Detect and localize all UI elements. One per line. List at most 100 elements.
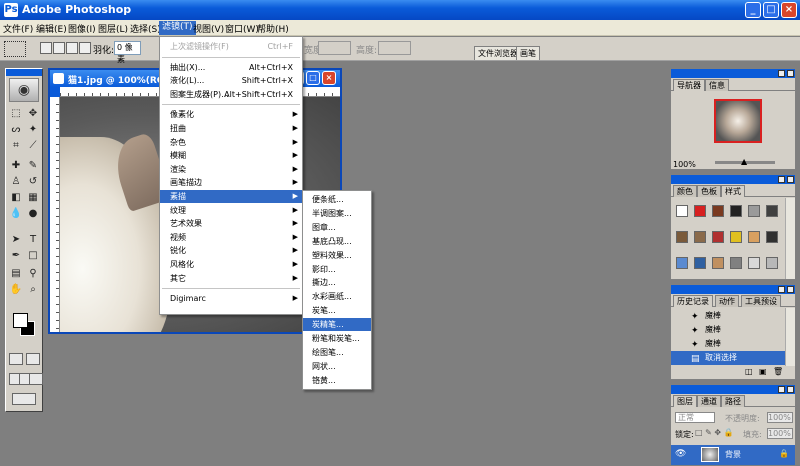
palette-close-icon[interactable] (787, 386, 794, 393)
pen-tool-icon[interactable]: ✒ (8, 249, 24, 263)
eyedropper-icon[interactable]: ⚲ (25, 267, 41, 281)
path-selection-icon[interactable]: ➤ (8, 233, 24, 247)
style-swatch[interactable] (676, 231, 688, 243)
layer-row-background[interactable]: 👁 背景 🔒 (671, 445, 795, 465)
style-swatch[interactable] (730, 205, 742, 217)
style-swatch[interactable] (712, 205, 724, 217)
sketch-menu-item[interactable]: 绘图笔... (303, 346, 371, 359)
tab-info[interactable]: 信息 (705, 79, 729, 91)
tab-layers[interactable]: 图层 (673, 395, 697, 407)
filter-menu-item[interactable]: Digimarc ▶ (160, 292, 302, 305)
history-row-current[interactable]: ▤ 取消选择 (671, 351, 785, 365)
filter-menu-item[interactable]: 液化(L)... Shift+Ctrl+X (160, 74, 302, 87)
magic-wand-tool-icon[interactable]: ✦ (25, 123, 41, 137)
palette-close-icon[interactable] (787, 286, 794, 293)
filter-menu-item[interactable]: 画笔描边 ▶ (160, 176, 302, 189)
filter-menu-item[interactable]: 渲染 ▶ (160, 163, 302, 176)
sketch-menu-item[interactable]: 塑料效果... (303, 249, 371, 262)
minimize-button[interactable]: _ (745, 2, 761, 18)
navigator-preview[interactable] (714, 99, 762, 143)
tab-tool-presets[interactable]: 工具预设 (741, 295, 781, 307)
photoshop-eye-icon[interactable]: ◉ (9, 78, 39, 102)
filter-menu-item[interactable]: 其它 ▶ (160, 272, 302, 285)
style-swatch[interactable] (694, 231, 706, 243)
slice-tool-icon[interactable]: ⟋ (25, 139, 41, 153)
hand-tool-icon[interactable]: ✋ (8, 283, 24, 297)
eraser-tool-icon[interactable]: ◧ (8, 191, 24, 205)
zoom-tool-icon[interactable]: ⌕ (25, 283, 41, 297)
notes-tool-icon[interactable]: ▤ (8, 267, 24, 281)
menu-window[interactable]: 窗口(W) (225, 22, 259, 35)
swatches-scrollbar[interactable] (785, 198, 795, 279)
style-swatch[interactable] (748, 231, 760, 243)
trash-icon[interactable]: 🗑 (773, 367, 783, 376)
lasso-tool-icon[interactable]: ᔕ (8, 123, 24, 137)
tab-channels[interactable]: 通道 (697, 395, 721, 407)
menu-layer[interactable]: 图层(L) (98, 22, 128, 35)
doc-close-button[interactable]: × (322, 71, 336, 85)
sketch-menu-item[interactable]: 半调图案... (303, 207, 371, 220)
opacity-input[interactable]: 100% (767, 412, 793, 423)
filter-menu-item[interactable]: 扭曲 ▶ (160, 122, 302, 135)
history-row[interactable]: ✦ 魔棒 (671, 337, 785, 351)
move-tool-icon[interactable]: ✥ (25, 107, 41, 121)
style-swatch[interactable] (748, 257, 760, 269)
menu-help[interactable]: 帮助(H) (257, 22, 289, 35)
sketch-menu-item[interactable]: 图章... (303, 221, 371, 234)
filter-menu-item[interactable]: 像素化 ▶ (160, 108, 302, 121)
feather-input[interactable]: 0 像素 (114, 41, 141, 64)
dodge-tool-icon[interactable]: ● (25, 207, 41, 221)
gradient-tool-icon[interactable]: ▦ (25, 191, 41, 205)
menu-file[interactable]: 文件(F) (3, 22, 33, 35)
palette-minimize-icon[interactable] (778, 386, 785, 393)
style-swatch[interactable] (730, 231, 742, 243)
filter-menu-item[interactable]: 视频 ▶ (160, 231, 302, 244)
clone-stamp-icon[interactable]: ♙ (8, 175, 24, 189)
close-button[interactable]: × (781, 2, 797, 18)
palette-minimize-icon[interactable] (778, 286, 785, 293)
filter-menu-item[interactable]: 艺术效果 ▶ (160, 217, 302, 230)
style-swatch[interactable] (694, 257, 706, 269)
tab-paths[interactable]: 路径 (721, 395, 745, 407)
sketch-menu-item[interactable]: 炭笔... (303, 304, 371, 317)
blend-mode-select[interactable]: 正常 (675, 412, 715, 423)
palette-close-icon[interactable] (787, 176, 794, 183)
sketch-menu-item[interactable]: 撕边... (303, 276, 371, 289)
filter-menu-item[interactable]: 锐化 ▶ (160, 244, 302, 257)
foreground-color[interactable] (13, 313, 28, 328)
zoom-level[interactable]: 100% (673, 160, 696, 169)
sketch-menu-item[interactable]: 炭精笔... (303, 318, 371, 332)
history-brush-icon[interactable]: ↺ (25, 175, 41, 189)
tab-color[interactable]: 颜色 (673, 185, 697, 197)
filter-menu-item[interactable]: 杂色 ▶ (160, 136, 302, 149)
style-swatch[interactable] (730, 257, 742, 269)
filter-menu-item[interactable]: 素描 ▶ (160, 190, 302, 203)
new-document-icon[interactable]: ▣ (759, 367, 767, 376)
filter-menu-item[interactable]: 风格化 ▶ (160, 258, 302, 271)
tab-actions[interactable]: 动作 (715, 295, 739, 307)
filter-menu-item[interactable]: 抽出(X)... Alt+Ctrl+X (160, 61, 302, 74)
sketch-menu-item[interactable]: 水彩画纸... (303, 290, 371, 303)
healing-brush-icon[interactable]: ✚ (8, 159, 24, 173)
style-swatch[interactable] (748, 205, 760, 217)
menu-view[interactable]: 视图(V) (193, 22, 224, 35)
sketch-menu-item[interactable]: 便条纸... (303, 193, 371, 206)
new-selection-icon[interactable] (40, 42, 52, 54)
history-scrollbar[interactable] (785, 308, 795, 366)
crop-tool-icon[interactable]: ⌗ (8, 139, 24, 153)
subtract-selection-icon[interactable] (66, 42, 78, 54)
marquee-tool-icon[interactable]: ⬚ (8, 107, 24, 121)
filter-menu-item[interactable]: 纹理 ▶ (160, 204, 302, 217)
menu-edit[interactable]: 编辑(E) (36, 22, 67, 35)
filter-menu-item[interactable]: 图案生成器(P)... Alt+Shift+Ctrl+X (160, 88, 302, 101)
tab-history[interactable]: 历史记录 (673, 295, 713, 307)
brush-tool-icon[interactable]: ✎ (25, 159, 41, 173)
tab-styles[interactable]: 样式 (721, 185, 745, 197)
tab-brushes[interactable]: 画笔 (516, 46, 540, 60)
fill-input[interactable]: 100% (767, 428, 793, 439)
intersect-selection-icon[interactable] (79, 42, 91, 54)
menu-filter[interactable]: 滤镜(T) (159, 21, 196, 35)
lock-icons[interactable]: □ ✎ ✥ 🔒 (695, 428, 734, 437)
standard-mode-icon[interactable] (9, 353, 23, 365)
type-tool-icon[interactable]: T (25, 233, 41, 247)
